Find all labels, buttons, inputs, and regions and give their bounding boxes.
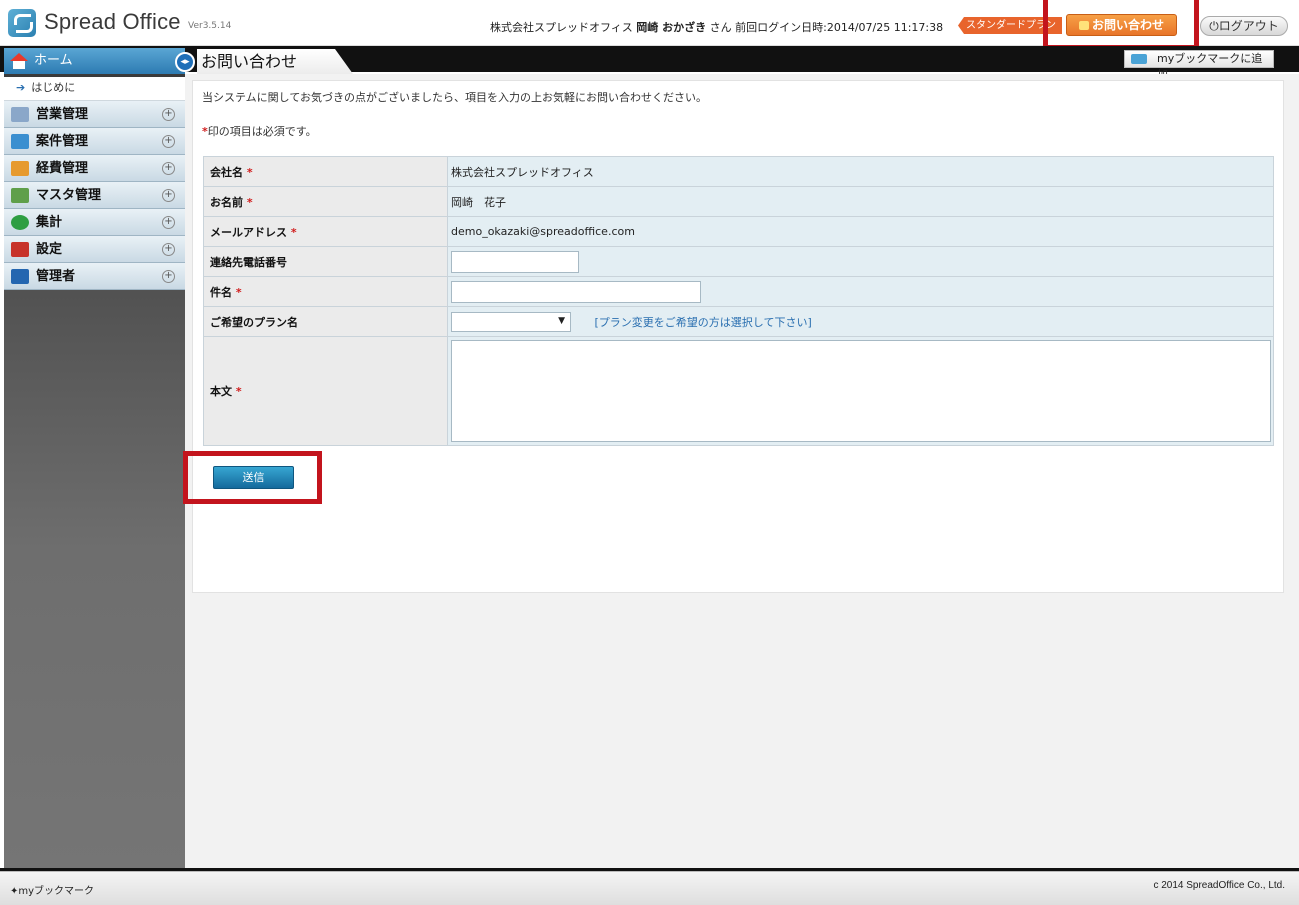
- logo-text[interactable]: Spread Office: [44, 9, 181, 35]
- body-label: 本文 *: [203, 336, 448, 446]
- last-login: 前回ログイン日時:2014/07/25 11:17:38: [735, 21, 944, 34]
- contact-form: 会社名 * 株式会社スプレッドオフィス お名前 * 岡崎 花子 メールアドレス …: [203, 156, 1274, 446]
- plan-label: ご希望のプラン名: [203, 306, 448, 337]
- logout-button[interactable]: ⏻ログアウト: [1200, 16, 1288, 36]
- phone-label: 連絡先電話番号: [203, 246, 448, 277]
- sidebar-item-expenses[interactable]: 経費管理 +: [4, 155, 185, 182]
- power-icon: ⏻: [1209, 19, 1219, 33]
- chevron-down-icon: ▼: [558, 315, 565, 326]
- sales-icon: [11, 107, 29, 122]
- email-value: demo_okazaki@spreadoffice.com: [447, 216, 1274, 247]
- spreadoffice-logo-icon[interactable]: [8, 9, 36, 37]
- sidebar-item-admin[interactable]: 管理者 +: [4, 263, 185, 290]
- copyright: c 2014 SpreadOffice Co., Ltd.: [1153, 880, 1285, 891]
- expand-icon[interactable]: +: [162, 162, 175, 175]
- intro-text: 当システムに関してお気づきの点がございましたら、項目を入力の上お気軽にお問い合わ…: [202, 91, 708, 104]
- add-bookmark-button[interactable]: myブックマークに追加: [1124, 50, 1274, 81]
- table-row: お名前 * 岡崎 花子: [203, 186, 1274, 217]
- email-label: メールアドレス *: [203, 216, 448, 247]
- sidebar-item-label: 設定: [36, 242, 63, 257]
- admin-icon: [11, 269, 29, 284]
- subject-input[interactable]: [451, 280, 701, 303]
- footer: ✦myブックマーク c 2014 SpreadOffice Co., Ltd.: [0, 871, 1299, 905]
- phone-input[interactable]: [451, 250, 579, 273]
- sidebar-item-label: マスタ管理: [36, 188, 102, 203]
- sidebar-item-label: 営業管理: [36, 107, 89, 122]
- page-title-tab: お問い合わせ: [197, 49, 353, 74]
- settings-icon: [11, 242, 29, 257]
- table-row: 本文 *: [203, 336, 1274, 446]
- highlight-box-contact: [1043, 0, 1199, 50]
- project-icon: [11, 134, 29, 149]
- plan-hint: [プラン変更をご希望の方は選択して下さい]: [594, 315, 812, 329]
- highlight-box-submit: [183, 451, 322, 504]
- expand-icon[interactable]: +: [162, 216, 175, 229]
- expand-icon[interactable]: +: [162, 189, 175, 202]
- version-label: Ver3.5.14: [188, 21, 232, 31]
- sidebar-item-label: 案件管理: [36, 134, 89, 149]
- sidebar-item-label: 管理者: [36, 269, 76, 284]
- plan-select[interactable]: ▼: [451, 311, 571, 332]
- footer-bookmark[interactable]: ✦myブックマーク: [10, 882, 94, 897]
- table-row: 件名 *: [203, 276, 1274, 307]
- bookmark-icon: [1131, 54, 1147, 64]
- subject-label: 件名 *: [203, 276, 448, 307]
- table-row: メールアドレス * demo_okazaki@spreadoffice.com: [203, 216, 1274, 247]
- sidebar-item-label: 集計: [36, 215, 63, 230]
- sidebar-item-master[interactable]: マスタ管理 +: [4, 182, 185, 209]
- sidebar-item-projects[interactable]: 案件管理 +: [4, 128, 185, 155]
- required-note: *印の項目は必須です。: [202, 123, 317, 139]
- logout-label: ログアウト: [1218, 19, 1279, 33]
- name-label: お名前 *: [203, 186, 448, 217]
- sidebar-item-sales[interactable]: 営業管理 +: [4, 101, 185, 128]
- sidebar-toggle-icon[interactable]: ◂▸: [175, 52, 195, 72]
- table-row: 連絡先電話番号: [203, 246, 1274, 277]
- company-name: 株式会社スプレッドオフィス: [490, 21, 633, 34]
- required-note-text: 印の項目は必須です。: [207, 125, 317, 138]
- expand-icon[interactable]: +: [162, 243, 175, 256]
- table-row: 会社名 * 株式会社スプレッドオフィス: [203, 156, 1274, 187]
- company-label: 会社名 *: [203, 156, 448, 187]
- user-info: 株式会社スプレッドオフィス 岡崎 おかざき さん 前回ログイン日時:2014/0…: [490, 19, 943, 35]
- expand-icon[interactable]: +: [162, 270, 175, 283]
- master-icon: [11, 188, 29, 203]
- top-band: [0, 46, 1299, 72]
- chart-icon: [11, 215, 29, 230]
- header: Spread Office Ver3.5.14 株式会社スプレッドオフィス 岡崎…: [0, 0, 1299, 50]
- table-row: ご希望のプラン名 ▼ [プラン変更をご希望の方は選択して下さい]: [203, 306, 1274, 337]
- arrow-right-icon: ➔: [16, 81, 26, 94]
- expand-icon[interactable]: +: [162, 108, 175, 121]
- home-icon: [10, 53, 28, 69]
- expense-icon: [11, 161, 29, 176]
- name-value: 岡崎 花子: [447, 186, 1274, 217]
- sidebar-item-label: 経費管理: [36, 161, 89, 176]
- home-label: ホーム: [34, 53, 73, 68]
- user-suffix: さん: [709, 21, 732, 34]
- sidebar-item-settings[interactable]: 設定 +: [4, 236, 185, 263]
- sidebar-item-label: はじめに: [31, 81, 76, 94]
- company-value: 株式会社スプレッドオフィス: [447, 156, 1274, 187]
- expand-icon[interactable]: +: [162, 135, 175, 148]
- sidebar-item-intro[interactable]: ➔ はじめに: [4, 77, 185, 101]
- sidebar-item-reports[interactable]: 集計 +: [4, 209, 185, 236]
- user-name: 岡崎 おかざき: [636, 21, 707, 34]
- sidebar-home[interactable]: ホーム: [4, 48, 185, 74]
- body-textarea[interactable]: [451, 340, 1271, 442]
